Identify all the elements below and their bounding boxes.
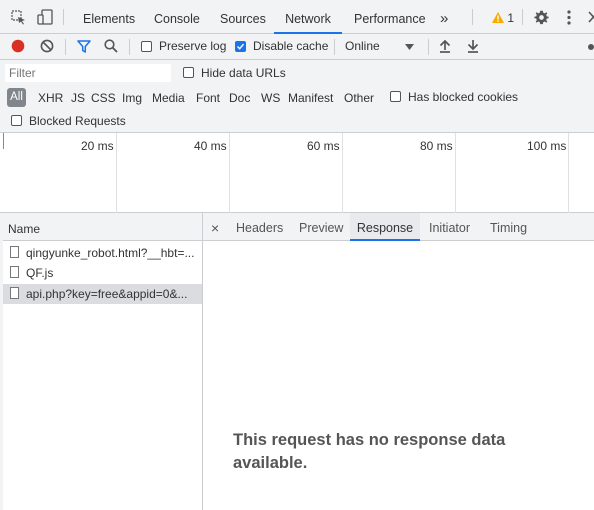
tab-response[interactable]: Response <box>350 213 420 241</box>
type-filter-img[interactable]: Img <box>122 91 142 105</box>
blocked-requests-label[interactable]: Blocked Requests <box>29 114 126 128</box>
filter-icon[interactable] <box>77 40 91 56</box>
toolbar-divider-4 <box>428 39 429 55</box>
tab-elements[interactable]: Elements <box>83 0 135 34</box>
timeline-gridline <box>229 133 230 213</box>
has-blocked-cookies-checkbox[interactable] <box>390 91 401 102</box>
request-name: QF.js <box>26 266 54 280</box>
device-toolbar-icon[interactable] <box>37 9 53 28</box>
type-filter-all[interactable]: All <box>7 88 26 107</box>
disable-cache-checkbox[interactable] <box>235 41 246 52</box>
timeline-gridline <box>568 133 569 213</box>
disable-cache-label[interactable]: Disable cache <box>253 39 328 53</box>
timeline-gridline <box>455 133 456 213</box>
checkmark-icon <box>236 43 245 50</box>
throttling-select[interactable]: Online <box>345 39 417 55</box>
request-name: qingyunke_robot.html?__hbt=... <box>26 246 195 260</box>
network-settings-gear-icon[interactable] <box>588 40 594 57</box>
timeline-gridline <box>3 133 4 149</box>
hide-data-urls-label[interactable]: Hide data URLs <box>201 66 286 80</box>
type-filter-font[interactable]: Font <box>196 91 220 105</box>
tabbar-divider-3 <box>522 9 523 25</box>
timeline-tick-label: 20 ms <box>81 139 114 153</box>
document-icon <box>10 246 19 258</box>
tab-preview[interactable]: Preview <box>299 213 343 241</box>
detail-tabbar: × Headers Preview Response Initiator Tim… <box>203 213 594 241</box>
close-icon[interactable] <box>588 11 594 26</box>
record-icon[interactable] <box>11 39 25 56</box>
tab-network[interactable]: Network <box>274 0 342 34</box>
type-filter-media[interactable]: Media <box>152 91 185 105</box>
request-list: Name qingyunke_robot.html?__hbt=... QF.j… <box>3 213 203 510</box>
type-filter-doc[interactable]: Doc <box>229 91 250 105</box>
search-icon[interactable] <box>104 39 118 56</box>
tab-timing[interactable]: Timing <box>490 213 527 241</box>
toolbar-divider-3 <box>334 39 335 55</box>
document-icon <box>10 266 19 278</box>
timeline-gridline <box>116 133 117 213</box>
tab-headers[interactable]: Headers <box>236 213 283 241</box>
network-toolbar: Preserve log Disable cache Online <box>0 34 594 60</box>
request-row[interactable]: QF.js <box>3 263 202 283</box>
more-vert-icon[interactable] <box>567 10 571 28</box>
warning-count: 1 <box>507 11 515 25</box>
more-tabs-button[interactable]: » <box>440 0 448 34</box>
hide-data-urls-checkbox[interactable] <box>183 67 194 78</box>
tab-sources[interactable]: Sources <box>220 0 266 34</box>
warning-icon <box>492 12 504 23</box>
timeline-gridline <box>342 133 343 213</box>
export-har-icon[interactable] <box>467 39 479 56</box>
request-row[interactable]: qingyunke_robot.html?__hbt=... <box>3 243 202 263</box>
empty-response-message: This request has no response data availa… <box>233 429 573 475</box>
timeline-tick-label: 80 ms <box>420 139 453 153</box>
tab-initiator[interactable]: Initiator <box>429 213 470 241</box>
tab-network-label: Network <box>285 12 331 26</box>
request-list-header[interactable]: Name <box>3 213 202 241</box>
tab-response-label: Response <box>356 221 414 235</box>
type-filter-other[interactable]: Other <box>344 91 374 105</box>
document-icon <box>10 287 19 299</box>
devtools-tabbar: Elements Console Sources Network Perform… <box>0 0 594 34</box>
request-row-selected[interactable]: api.php?key=free&appid=0&... <box>3 284 202 304</box>
request-name: api.php?key=free&appid=0&... <box>26 287 188 301</box>
empty-message-line1: This request has no response data <box>233 431 506 449</box>
dropdown-arrow-icon <box>405 44 414 50</box>
settings-gear-icon[interactable] <box>534 10 549 28</box>
preserve-log-checkbox[interactable] <box>141 41 152 52</box>
filter-input[interactable] <box>5 64 171 82</box>
type-filter-css[interactable]: CSS <box>91 91 116 105</box>
tabbar-divider <box>63 9 64 25</box>
tabbar-divider-2 <box>472 9 473 25</box>
warning-counter[interactable]: 1 <box>492 11 514 25</box>
toolbar-divider-1 <box>65 39 66 55</box>
inspect-icon[interactable] <box>11 10 26 28</box>
type-filter-manifest[interactable]: Manifest <box>288 91 333 105</box>
timeline-tick-label: 60 ms <box>307 139 340 153</box>
type-filter-xhr[interactable]: XHR <box>38 91 63 105</box>
name-column-header[interactable]: Name <box>8 222 40 236</box>
blocked-requests-checkbox[interactable] <box>11 115 22 126</box>
detail-close-button[interactable]: × <box>211 213 219 241</box>
timeline-tick-label: 40 ms <box>194 139 227 153</box>
type-filter-js[interactable]: JS <box>71 91 85 105</box>
timeline-tick-label: 100 ms <box>527 139 567 153</box>
tab-performance[interactable]: Performance <box>354 0 426 34</box>
filter-bar: Hide data URLs All XHR JS CSS Img Media … <box>0 60 594 133</box>
type-filter-ws[interactable]: WS <box>261 91 280 105</box>
timeline-overview[interactable]: 20 ms 40 ms 60 ms 80 ms 100 ms <box>0 133 594 213</box>
empty-message-line2: available. <box>233 454 308 472</box>
clear-icon[interactable] <box>40 39 54 56</box>
import-har-icon[interactable] <box>439 39 451 56</box>
preserve-log-label[interactable]: Preserve log <box>159 39 226 53</box>
has-blocked-cookies-label[interactable]: Has blocked cookies <box>408 90 518 104</box>
tab-console[interactable]: Console <box>154 0 200 34</box>
toolbar-divider-2 <box>129 39 130 55</box>
throttling-value: Online <box>345 39 380 53</box>
request-detail-panel: × Headers Preview Response Initiator Tim… <box>203 213 594 510</box>
